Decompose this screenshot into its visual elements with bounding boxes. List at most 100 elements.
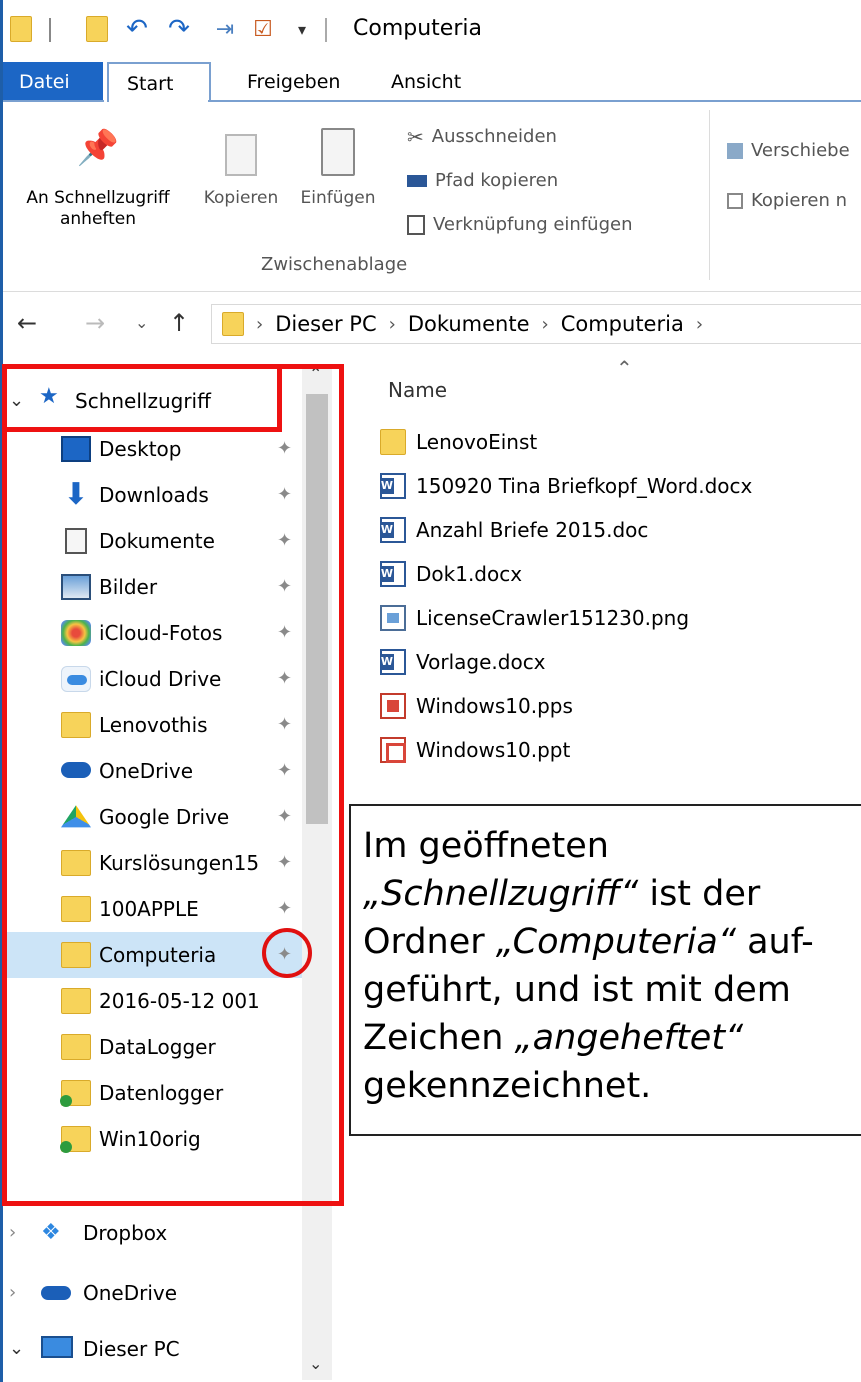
highlight-pin	[262, 928, 312, 978]
paste-button[interactable]: Einfügen	[291, 128, 385, 209]
tab-datei[interactable]: Datei	[3, 62, 103, 102]
paste-shortcut-button[interactable]: Verknüpfung einfügen	[407, 212, 633, 238]
file-name: Vorlage.docx	[416, 650, 546, 674]
file-row[interactable]: Windows10.pps	[380, 686, 573, 726]
nav-item-dropbox[interactable]: › ❖ Dropbox	[3, 1210, 333, 1256]
group-label-clipboard: Zwischenablage	[261, 254, 408, 275]
file-row[interactable]: LicenseCrawler151230.png	[380, 598, 689, 638]
paste-icon	[321, 128, 355, 176]
file-row[interactable]: Windows10.ppt	[380, 730, 570, 770]
pin-to-quick-access-button[interactable]: 📌 An Schnellzugriff anheften	[3, 128, 193, 230]
nav-item-onedrive-root[interactable]: › OneDrive	[3, 1270, 333, 1316]
folder-icon	[9, 14, 33, 44]
shortcut-icon	[407, 215, 425, 235]
word-document-icon	[380, 473, 406, 499]
word-document-icon	[380, 649, 406, 675]
cut-label: Ausschneiden	[431, 126, 557, 147]
nav-item-label: OneDrive	[83, 1281, 178, 1305]
annotation-text: auf-	[735, 922, 814, 962]
file-row[interactable]: 150920 Tina Briefkopf_Word.docx	[380, 466, 752, 506]
copy-path-label: Pfad kopieren	[435, 170, 559, 191]
annotation-line: Ordner „Computeria“ auf-	[363, 918, 861, 966]
copy-path-icon	[407, 175, 427, 187]
ribbon: 📌 An Schnellzugriff anheften Kopieren Ei…	[3, 102, 861, 292]
word-document-icon	[380, 517, 406, 543]
copy-icon	[225, 134, 257, 176]
file-name: Windows10.ppt	[416, 738, 571, 762]
annotation-line: Im geöffneten	[363, 822, 861, 870]
breadcrumb-item[interactable]: Dieser PC	[275, 312, 376, 336]
file-name: LicenseCrawler151230.png	[416, 606, 690, 630]
window-title: Computeria	[353, 16, 482, 41]
separator	[325, 18, 327, 42]
dropbox-icon: ❖	[41, 1220, 61, 1245]
nav-item-label: Dropbox	[83, 1221, 168, 1245]
file-row[interactable]: Dok1.docx	[380, 554, 522, 594]
annotation-line: gekennzeichnet.	[363, 1062, 861, 1110]
breadcrumb-item[interactable]: Computeria	[561, 312, 684, 336]
nav-item-label: Dieser PC	[83, 1337, 180, 1361]
chevron-right-icon[interactable]: ›	[696, 314, 703, 335]
paste-label: Einfügen	[300, 188, 376, 208]
forward-button[interactable]: →	[85, 308, 105, 338]
file-row[interactable]: LenovoEinst	[380, 422, 537, 462]
chevron-right-icon: ›	[256, 313, 264, 335]
scroll-down-icon[interactable]: ⌄	[309, 1354, 322, 1373]
title-bar: ↶ ↷ ⇥ ☑ ▾ Computeria	[3, 0, 861, 60]
separator	[49, 18, 51, 42]
chevron-right-icon[interactable]: ›	[9, 1278, 16, 1308]
redo-icon[interactable]: ↷	[163, 14, 195, 44]
customize-toolbar-icon[interactable]: ▾	[291, 14, 313, 44]
chevron-down-icon[interactable]: ⌄	[9, 1334, 24, 1364]
divider	[709, 110, 710, 280]
file-list: ⌃ Name LenovoEinst 150920 Tina Briefkopf…	[340, 356, 861, 856]
tab-start[interactable]: Start	[107, 62, 211, 102]
annotation-text: gekennzeichnet.	[363, 1066, 652, 1106]
highlight-pinned-list	[2, 364, 344, 1206]
properties-icon[interactable]	[85, 14, 109, 44]
annotation-text: „Computeria“	[495, 922, 736, 962]
annotation-text: Zeichen	[363, 1018, 515, 1058]
back-button[interactable]: ←	[17, 308, 37, 338]
folder-icon	[380, 429, 406, 455]
copy-to-label: Kopieren n	[751, 190, 848, 211]
tab-ansicht[interactable]: Ansicht	[373, 62, 479, 102]
this-pc-icon	[41, 1336, 73, 1358]
folder-icon	[222, 312, 244, 336]
file-row[interactable]: Anzahl Briefe 2015.doc	[380, 510, 648, 550]
annotation-line: geführt, und ist mit dem	[363, 966, 861, 1014]
cut-button[interactable]: ✂ Ausschneiden	[407, 124, 557, 150]
chevron-right-icon: ›	[541, 313, 549, 335]
file-row[interactable]: Vorlage.docx	[380, 642, 546, 682]
powerpoint-file-icon	[380, 737, 406, 763]
annotation-line: „Schnellzugriff“ ist der	[363, 870, 861, 918]
annotation-text: geführt, und ist mit dem	[363, 970, 791, 1010]
undo-icon[interactable]: ↶	[121, 14, 153, 44]
paste-shortcut-label: Verknüpfung einfügen	[433, 214, 633, 235]
address-bar[interactable]: › Dieser PC › Dokumente › Computeria ›	[211, 304, 861, 344]
copy-path-button[interactable]: Pfad kopieren	[407, 168, 558, 194]
checkbox-icon[interactable]: ☑	[249, 14, 277, 44]
copy-label: Kopieren	[203, 188, 279, 208]
copy-to-button[interactable]: Kopieren n	[727, 188, 847, 214]
move-icon	[727, 143, 743, 159]
pin-icon: 📌	[76, 128, 120, 168]
image-file-icon	[380, 605, 406, 631]
annotation-callout: Im geöffneten „Schnellzugriff“ ist der O…	[349, 804, 861, 1136]
rename-icon[interactable]: ⇥	[209, 14, 241, 44]
annotation-text: „angeheftet“	[514, 1018, 744, 1058]
column-header-name[interactable]: Name	[388, 378, 447, 402]
address-row: ← → ⌄ ↑ › Dieser PC › Dokumente › Comput…	[3, 292, 861, 356]
annotation-text: ist der	[638, 874, 761, 914]
move-to-button[interactable]: Verschiebe	[727, 138, 850, 164]
tab-freigeben[interactable]: Freigeben	[229, 62, 358, 102]
annotation-line: Zeichen „angeheftet“	[363, 1014, 861, 1062]
copy-to-icon	[727, 193, 743, 209]
chevron-right-icon[interactable]: ›	[9, 1218, 16, 1248]
nav-item-this-pc[interactable]: ⌄ Dieser PC	[3, 1326, 333, 1372]
copy-button[interactable]: Kopieren	[195, 128, 287, 209]
breadcrumb-item[interactable]: Dokumente	[408, 312, 530, 336]
up-button[interactable]: ↑	[169, 308, 189, 338]
sort-ascending-icon: ⌃	[616, 356, 633, 380]
recent-locations-button[interactable]: ⌄	[135, 308, 148, 338]
